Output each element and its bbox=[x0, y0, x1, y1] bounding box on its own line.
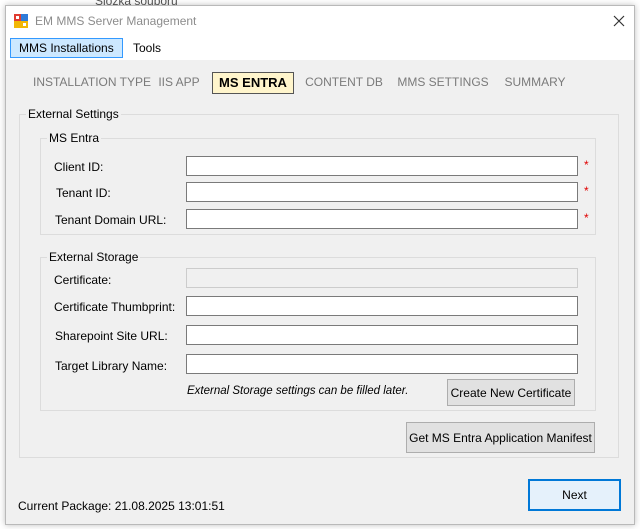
tenant-domain-url-input[interactable] bbox=[186, 209, 578, 229]
ms-entra-group: MS Entra Client ID: * Tenant ID: * Tenan… bbox=[40, 131, 596, 235]
certificate-thumbprint-input[interactable] bbox=[186, 296, 578, 316]
certificate-thumbprint-label: Certificate Thumbprint: bbox=[54, 300, 176, 314]
wizard-tabs: INSTALLATION TYPE IIS APP MS ENTRA CONTE… bbox=[6, 68, 634, 98]
client-id-input[interactable] bbox=[186, 156, 578, 176]
external-storage-note: External Storage settings can be filled … bbox=[187, 385, 409, 397]
external-storage-group: External Storage Certificate: Certificat… bbox=[40, 250, 596, 411]
window-title: EM MMS Server Management bbox=[35, 14, 197, 28]
menu-tools[interactable]: Tools bbox=[124, 38, 170, 58]
tenant-id-required-mark: * bbox=[584, 184, 589, 198]
tenant-domain-url-required-mark: * bbox=[584, 211, 589, 225]
tab-ms-entra[interactable]: MS ENTRA bbox=[212, 72, 294, 94]
client-id-required-mark: * bbox=[584, 158, 589, 172]
tab-installation-type[interactable]: INSTALLATION TYPE bbox=[22, 72, 162, 94]
external-storage-title: External Storage bbox=[47, 250, 141, 264]
tenant-domain-url-label: Tenant Domain URL: bbox=[55, 213, 167, 227]
target-library-name-label: Target Library Name: bbox=[55, 359, 168, 373]
current-package-status: Current Package: 21.08.2025 13:01:51 bbox=[18, 499, 225, 513]
tab-mms-settings[interactable]: MMS SETTINGS bbox=[396, 72, 490, 94]
title-bar: EM MMS Server Management bbox=[6, 6, 634, 36]
main-window: EM MMS Server Management MMS Installatio… bbox=[5, 5, 635, 525]
certificate-input bbox=[186, 268, 578, 288]
tab-summary[interactable]: SUMMARY bbox=[500, 72, 570, 94]
get-manifest-button[interactable]: Get MS Entra Application Manifest bbox=[406, 422, 595, 453]
external-settings-group: External Settings MS Entra Client ID: * … bbox=[19, 107, 619, 458]
menu-bar: MMS Installations Tools bbox=[6, 36, 634, 60]
tenant-id-input[interactable] bbox=[186, 182, 578, 202]
client-id-label: Client ID: bbox=[54, 160, 104, 174]
tenant-id-label: Tenant ID: bbox=[56, 186, 111, 200]
tab-iis-app[interactable]: IIS APP bbox=[154, 72, 204, 94]
external-settings-title: External Settings bbox=[26, 107, 121, 121]
close-icon bbox=[613, 15, 625, 27]
sharepoint-site-url-input[interactable] bbox=[186, 325, 578, 345]
menu-mms-installations[interactable]: MMS Installations bbox=[10, 38, 123, 58]
sharepoint-site-url-label: Sharepoint Site URL: bbox=[55, 329, 168, 343]
create-new-certificate-button[interactable]: Create New Certificate bbox=[447, 379, 575, 406]
tab-content-db[interactable]: CONTENT DB bbox=[302, 72, 386, 94]
close-button[interactable] bbox=[604, 6, 634, 36]
ms-entra-title: MS Entra bbox=[47, 131, 102, 145]
target-library-name-input[interactable] bbox=[186, 354, 578, 374]
app-icon bbox=[14, 14, 28, 28]
certificate-label: Certificate: bbox=[54, 273, 112, 287]
next-button[interactable]: Next bbox=[528, 479, 621, 511]
